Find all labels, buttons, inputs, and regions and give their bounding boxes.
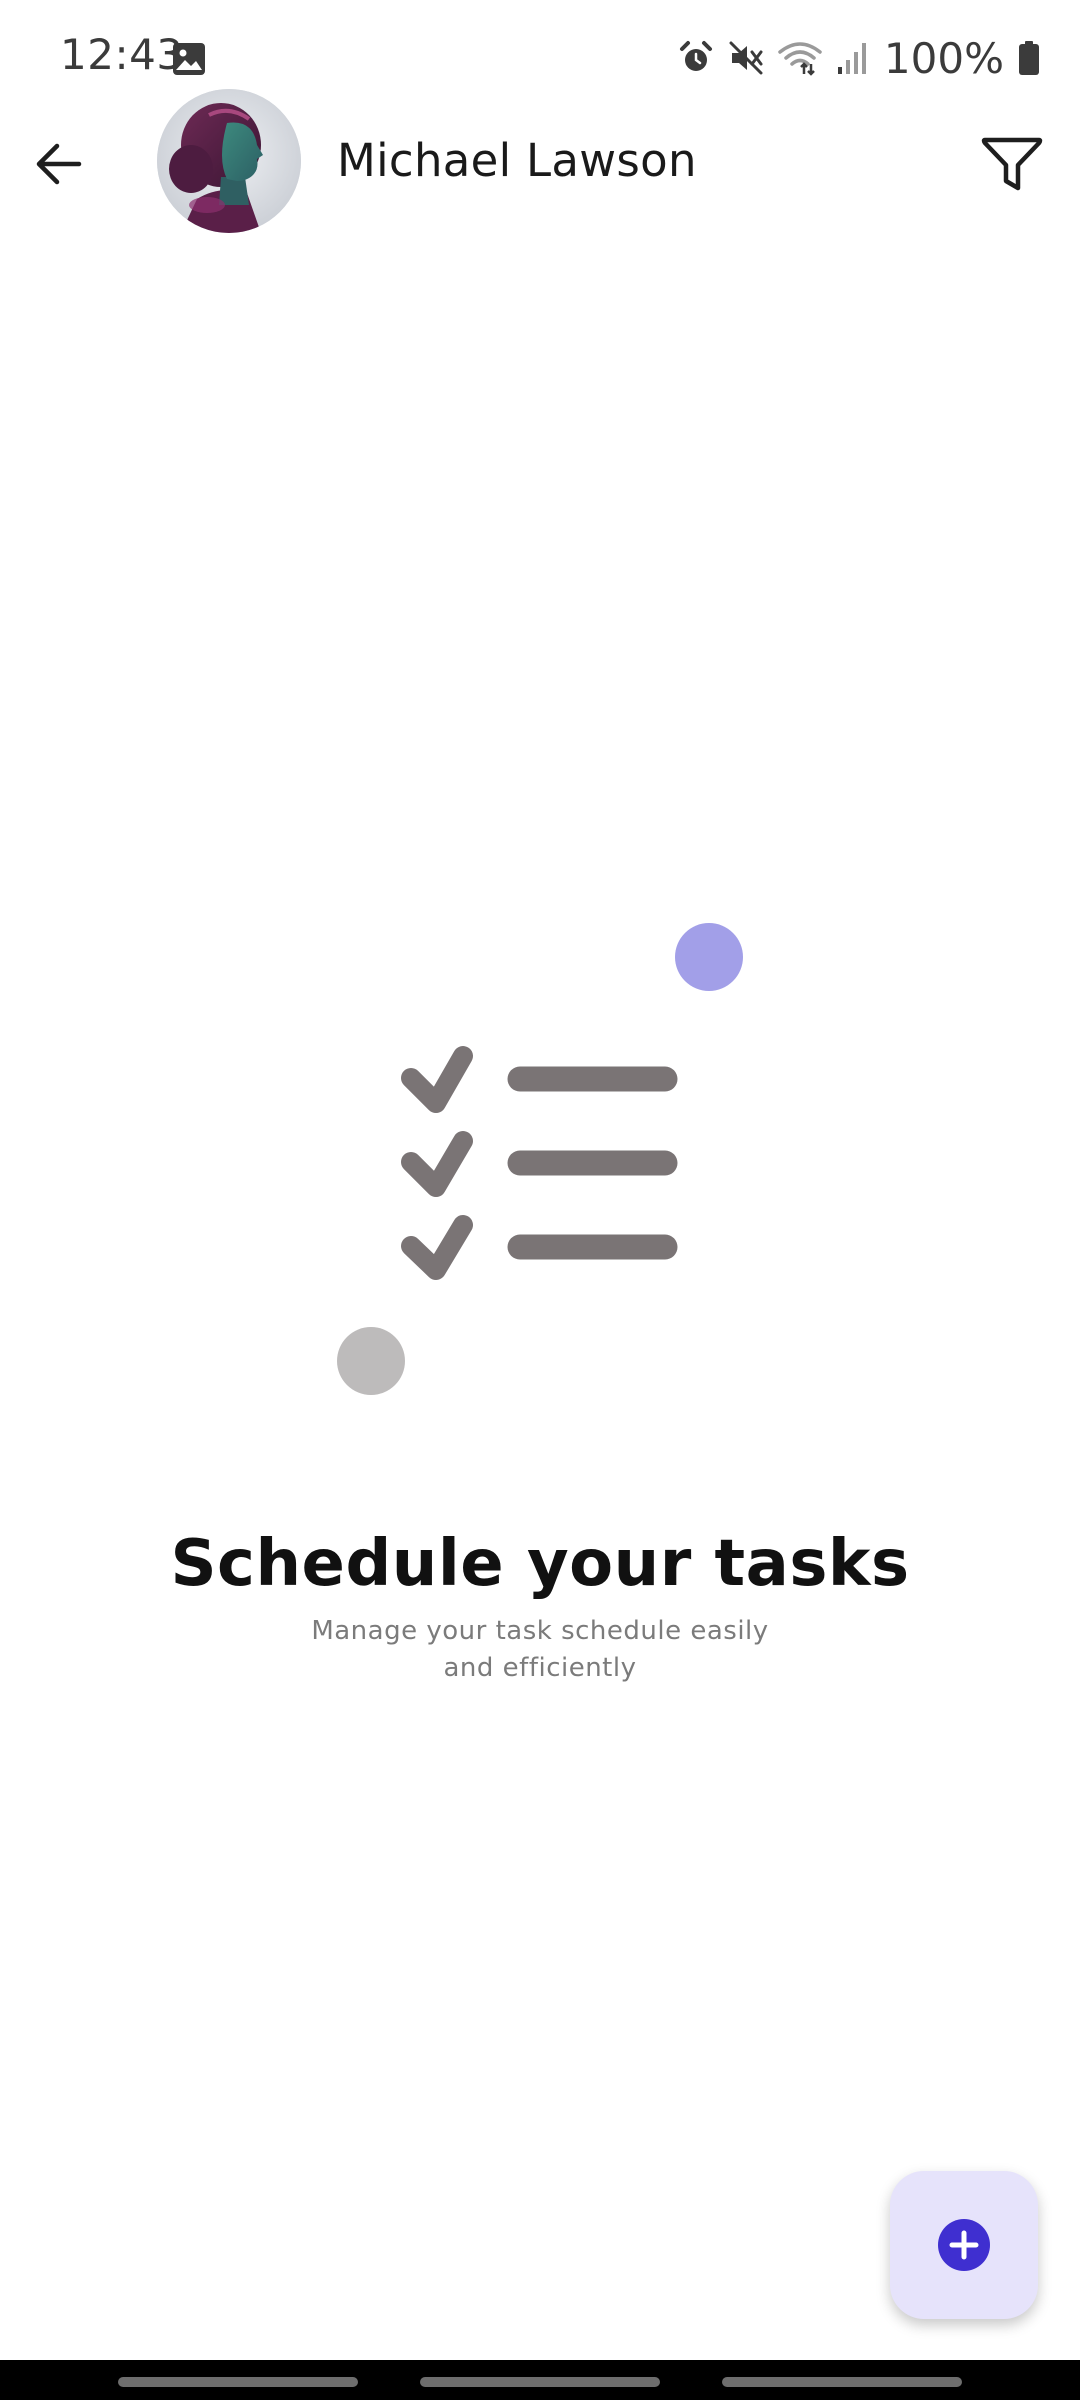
avatar-portrait-image	[157, 89, 301, 233]
status-icons: 100%	[678, 33, 1040, 83]
nav-back-handle[interactable]	[722, 2377, 962, 2387]
alarm-icon	[679, 41, 712, 71]
user-name: Michael Lawson	[337, 134, 697, 187]
nav-recents-handle[interactable]	[118, 2377, 358, 2387]
empty-state-subtitle-line1: Manage your task schedule easily	[311, 1616, 769, 1646]
checklist-icon	[401, 1046, 678, 1280]
back-button[interactable]	[22, 128, 94, 200]
nav-home-handle[interactable]	[420, 2377, 660, 2387]
arrow-left-icon	[36, 143, 82, 185]
checklist-illustration	[337, 923, 743, 1395]
filter-icon	[981, 137, 1043, 191]
wifi-icon	[778, 42, 822, 76]
purple-dot	[675, 923, 743, 991]
mute-icon	[729, 41, 763, 75]
gallery-icon	[173, 43, 205, 75]
empty-state-title: Schedule your tasks	[170, 1527, 910, 1601]
add-task-button[interactable]	[890, 2171, 1038, 2319]
signal-icon	[837, 43, 866, 74]
plus-circle-icon	[938, 2219, 990, 2271]
battery-percent: 100%	[883, 33, 1004, 83]
battery-icon	[1019, 41, 1039, 75]
filter-button[interactable]	[974, 126, 1050, 202]
empty-state-subtitle: Manage your task schedule easily and eff…	[290, 1613, 790, 1687]
task-schedule-screen: 12:43 100% Michael Lawson Schedule your …	[0, 0, 1080, 2400]
status-time: 12:43	[60, 30, 184, 79]
empty-state-subtitle-line2: and efficiently	[443, 1653, 637, 1683]
app-header: Michael Lawson	[0, 88, 1080, 238]
avatar[interactable]	[157, 89, 301, 233]
navigation-bar	[0, 2360, 1080, 2400]
gray-dot	[337, 1327, 405, 1395]
